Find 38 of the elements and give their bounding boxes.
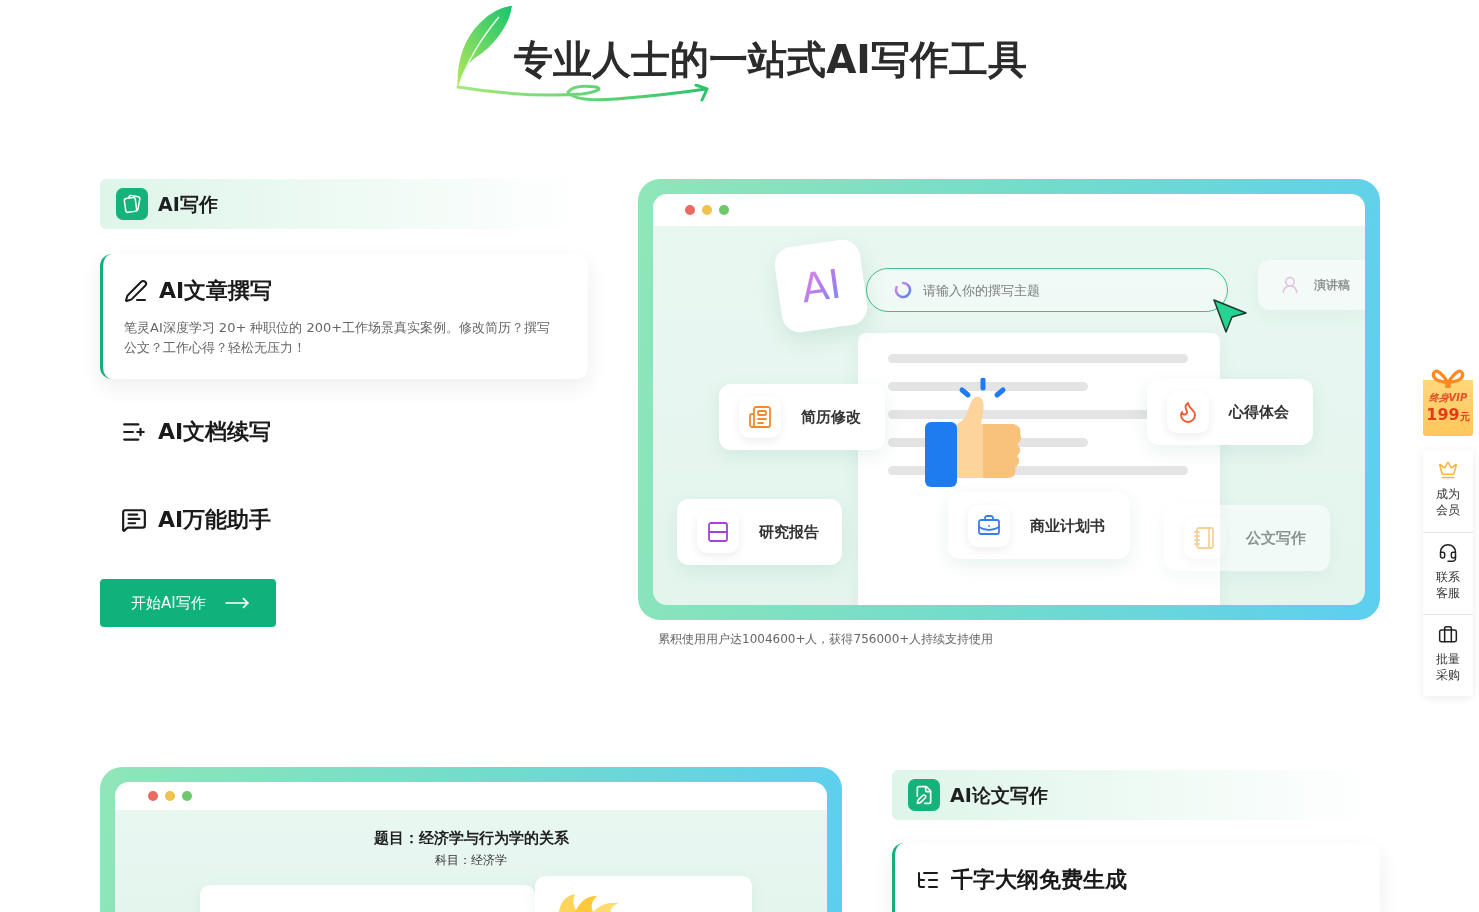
briefcase-icon	[968, 504, 1010, 547]
usage-caption: 累积使用用户达1004600+人，获得756000+人持续支持使用	[658, 631, 994, 647]
sidebar-item[interactable]: 成为会员	[1423, 450, 1473, 532]
feature-card[interactable]: 千字大纲免费生成	[892, 843, 1380, 912]
headset-icon	[1438, 543, 1458, 563]
page-title: 专业人士的一站式AI写作工具	[514, 38, 1027, 82]
briefcase-icon	[1438, 625, 1458, 645]
leaf-icon	[557, 893, 621, 912]
chip-label: 商业计划书	[1030, 515, 1105, 536]
cards-icon	[116, 188, 148, 220]
preview-title: 题目：经济学与行为学的关系	[373, 828, 569, 848]
pen-icon	[124, 279, 148, 303]
feature-description: 笔灵AI深度学习 20+ 种职位的 200+工作场景真实案例。修改简历？撰写公文？工作心得？轻松无压力！	[124, 319, 552, 357]
feature-tab[interactable]: AI文档续写	[100, 388, 272, 476]
loading-ring-icon	[894, 281, 912, 299]
feature-title: 千字大纲免费生成	[951, 866, 1127, 894]
search-field[interactable]: 请输入你的撰写主题	[866, 268, 1228, 312]
sidebar-item[interactable]: 批量采购	[1423, 614, 1473, 696]
flame-icon	[1167, 391, 1209, 433]
document-icon	[739, 396, 781, 438]
feature-card[interactable]: AI文章撰写 笔灵AI深度学习 20+ 种职位的 200+工作场景真实案例。修改简历？撰写公文？工作心得？轻松无压力！	[100, 254, 588, 379]
chat-bubble-icon	[121, 507, 147, 533]
chip-label: 公文写作	[1246, 528, 1306, 548]
stack-icon	[697, 511, 739, 553]
chip-label: 研究报告	[759, 522, 819, 542]
category-label: AI论文写作	[950, 783, 1048, 807]
chip-label: 简历修改	[801, 407, 861, 427]
cursor-arrow-icon	[1212, 298, 1248, 334]
preview-subject: 科目：经济学	[435, 852, 507, 868]
chip-label: 演讲稿	[1314, 277, 1350, 294]
chip-label: 心得体会	[1229, 402, 1289, 422]
feature-tab[interactable]: AI万能助手	[100, 476, 272, 564]
sidebar-item[interactable]: 联系客服	[1423, 532, 1473, 614]
thumbs-up-icon	[925, 378, 1023, 488]
document-pen-icon	[908, 779, 940, 811]
category-label: AI写作	[158, 192, 218, 216]
feature-title: AI文章撰写	[159, 277, 273, 305]
crown-icon	[1438, 460, 1458, 480]
